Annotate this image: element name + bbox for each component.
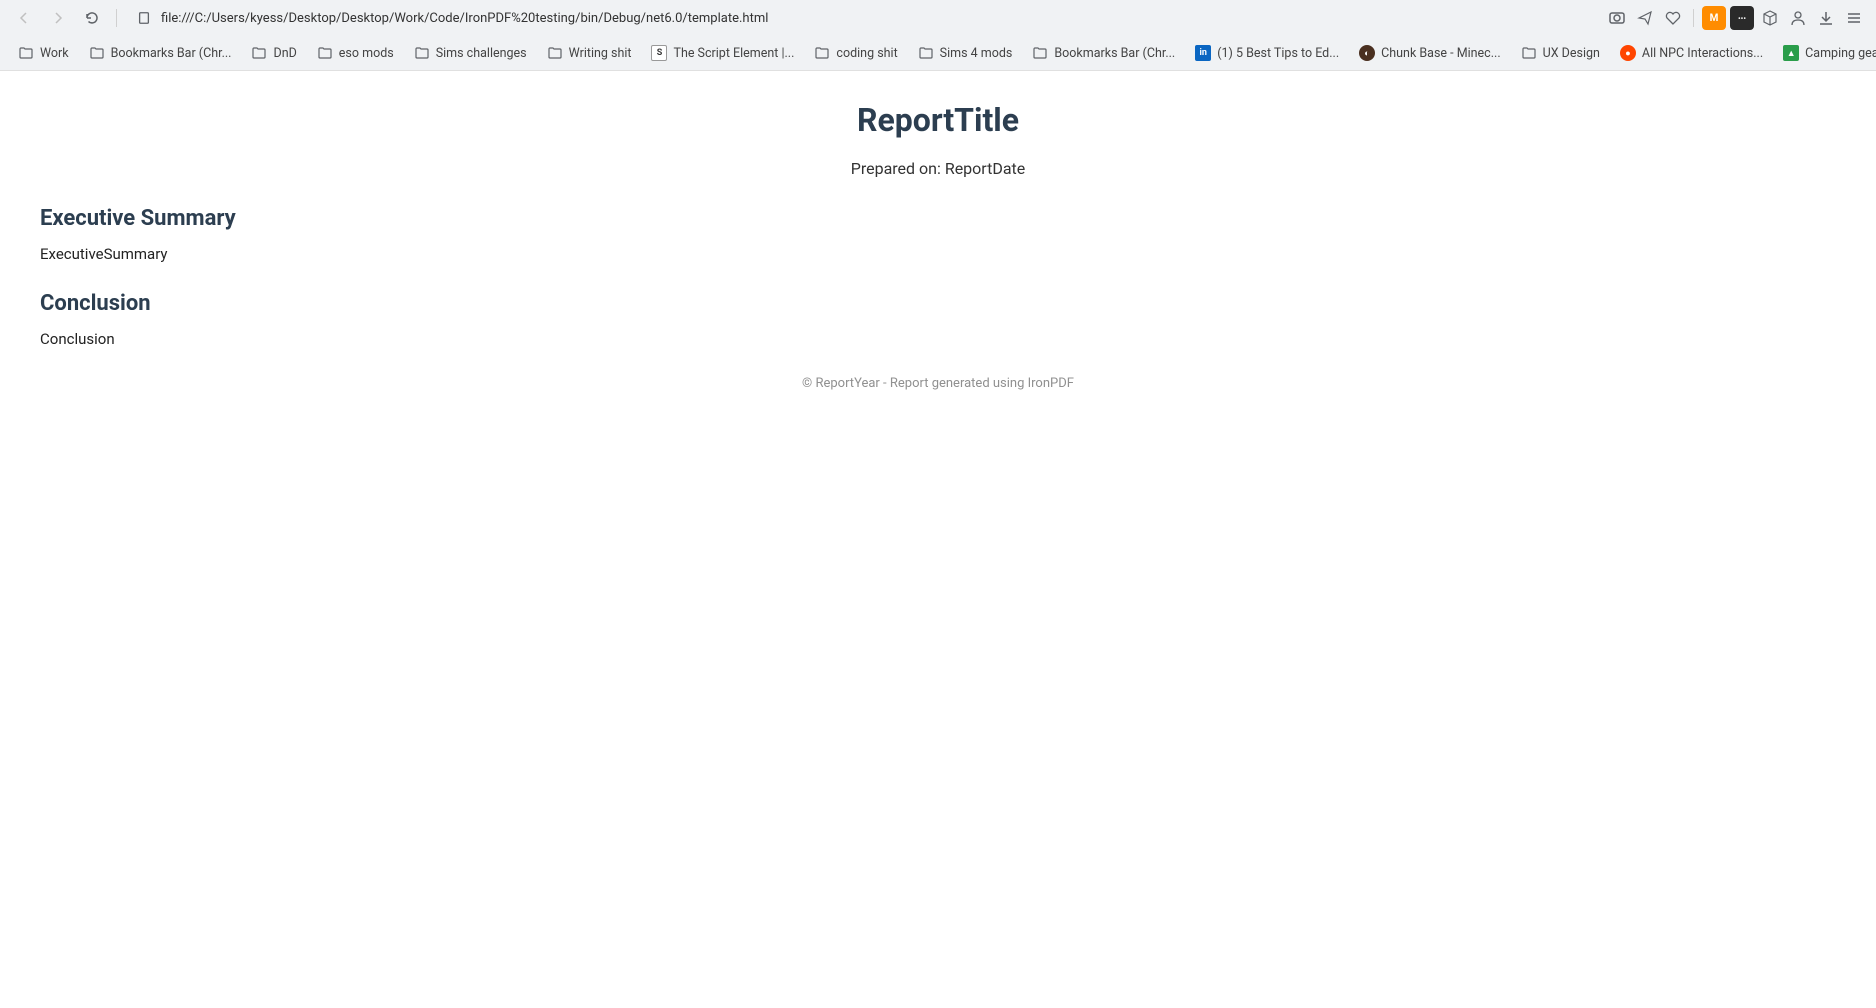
- bookmark-item[interactable]: S The Script Element |...: [643, 41, 802, 65]
- bookmark-item[interactable]: coding shit: [806, 41, 905, 65]
- bookmark-item[interactable]: eso mods: [309, 41, 402, 65]
- bookmark-item[interactable]: Sims challenges: [406, 41, 535, 65]
- bookmark-label: Chunk Base - Minec...: [1381, 46, 1501, 61]
- downloads-icon[interactable]: [1814, 6, 1838, 30]
- bookmark-label: Work: [40, 46, 69, 61]
- separator: [1693, 9, 1694, 27]
- browser-chrome: file:///C:/Users/kyess/Desktop/Desktop/W…: [0, 0, 1876, 71]
- bookmark-label: Camping gear list:...: [1805, 46, 1876, 61]
- extension-orange-icon[interactable]: M: [1702, 6, 1726, 30]
- separator: [116, 9, 117, 27]
- bookmark-item[interactable]: ◐ Chunk Base - Minec...: [1351, 41, 1509, 65]
- bookmark-label: Sims 4 mods: [940, 46, 1013, 61]
- section-heading-conclusion: Conclusion: [40, 291, 1836, 316]
- folder-icon: [414, 45, 430, 61]
- bookmark-label: All NPC Interactions...: [1642, 46, 1763, 61]
- bookmark-label: Writing shit: [569, 46, 632, 61]
- toolbar-right: M •••: [1605, 6, 1866, 30]
- bookmark-label: Sims challenges: [436, 46, 527, 61]
- bookmark-label: (1) 5 Best Tips to Ed...: [1217, 46, 1339, 61]
- bookmark-label: Bookmarks Bar (Chr...: [1054, 46, 1175, 61]
- section-heading-exec: Executive Summary: [40, 206, 1836, 231]
- reddit-icon: ●: [1620, 45, 1636, 61]
- reload-button[interactable]: [78, 4, 106, 32]
- menu-icon[interactable]: [1842, 6, 1866, 30]
- url-bar[interactable]: file:///C:/Users/kyess/Desktop/Desktop/W…: [127, 4, 1599, 32]
- folder-icon: [251, 45, 267, 61]
- cube-icon[interactable]: [1758, 6, 1782, 30]
- page-icon: [137, 11, 151, 25]
- section-body-conclusion: Conclusion: [40, 330, 1836, 348]
- back-button[interactable]: [10, 4, 38, 32]
- send-icon[interactable]: [1633, 6, 1657, 30]
- bookmark-item[interactable]: ▲ Camping gear list:...: [1775, 41, 1876, 65]
- folder-icon: [814, 45, 830, 61]
- report-title: ReportTitle: [40, 101, 1836, 139]
- folder-icon: [18, 45, 34, 61]
- reload-icon: [84, 10, 100, 26]
- bookmark-label: UX Design: [1543, 46, 1600, 61]
- profile-icon[interactable]: [1786, 6, 1810, 30]
- bookmark-item[interactable]: Sims 4 mods: [910, 41, 1021, 65]
- url-text: file:///C:/Users/kyess/Desktop/Desktop/W…: [161, 11, 768, 26]
- section-body-exec: ExecutiveSummary: [40, 245, 1836, 263]
- toolbar: file:///C:/Users/kyess/Desktop/Desktop/W…: [0, 0, 1876, 36]
- extension-dark-icon[interactable]: •••: [1730, 6, 1754, 30]
- prepared-date-value: ReportDate: [945, 159, 1025, 178]
- forward-icon: [50, 10, 66, 26]
- linkedin-icon: in: [1195, 45, 1211, 61]
- bookmark-item[interactable]: in (1) 5 Best Tips to Ed...: [1187, 41, 1347, 65]
- report-date: Prepared on: ReportDate: [40, 159, 1836, 178]
- folder-icon: [918, 45, 934, 61]
- page-content: ReportTitle Prepared on: ReportDate Exec…: [0, 71, 1876, 421]
- folder-icon: [1521, 45, 1537, 61]
- bookmark-item[interactable]: UX Design: [1513, 41, 1608, 65]
- chunkbase-icon: ◐: [1359, 45, 1375, 61]
- folder-icon: [547, 45, 563, 61]
- screenshot-icon[interactable]: [1605, 6, 1629, 30]
- report-footer: © ReportYear - Report generated using Ir…: [40, 376, 1836, 391]
- forward-button[interactable]: [44, 4, 72, 32]
- camping-icon: ▲: [1783, 45, 1799, 61]
- bookmark-label: Bookmarks Bar (Chr...: [111, 46, 232, 61]
- bookmark-label: eso mods: [339, 46, 394, 61]
- bookmark-item[interactable]: Writing shit: [539, 41, 640, 65]
- bookmark-item[interactable]: Bookmarks Bar (Chr...: [1024, 41, 1183, 65]
- bookmark-label: DnD: [273, 46, 296, 61]
- bookmark-item[interactable]: Work: [10, 41, 77, 65]
- bookmark-item[interactable]: DnD: [243, 41, 304, 65]
- script-icon: S: [651, 45, 667, 61]
- back-icon: [16, 10, 32, 26]
- bookmark-label: The Script Element |...: [673, 46, 794, 61]
- folder-icon: [1032, 45, 1048, 61]
- folder-icon: [89, 45, 105, 61]
- prepared-prefix: Prepared on:: [851, 159, 945, 178]
- favorite-icon[interactable]: [1661, 6, 1685, 30]
- bookmark-item[interactable]: ● All NPC Interactions...: [1612, 41, 1771, 65]
- bookmark-label: coding shit: [836, 46, 897, 61]
- folder-icon: [317, 45, 333, 61]
- bookmark-item[interactable]: Bookmarks Bar (Chr...: [81, 41, 240, 65]
- bookmarks-bar: Work Bookmarks Bar (Chr... DnD eso mods Sims…: [0, 36, 1876, 70]
